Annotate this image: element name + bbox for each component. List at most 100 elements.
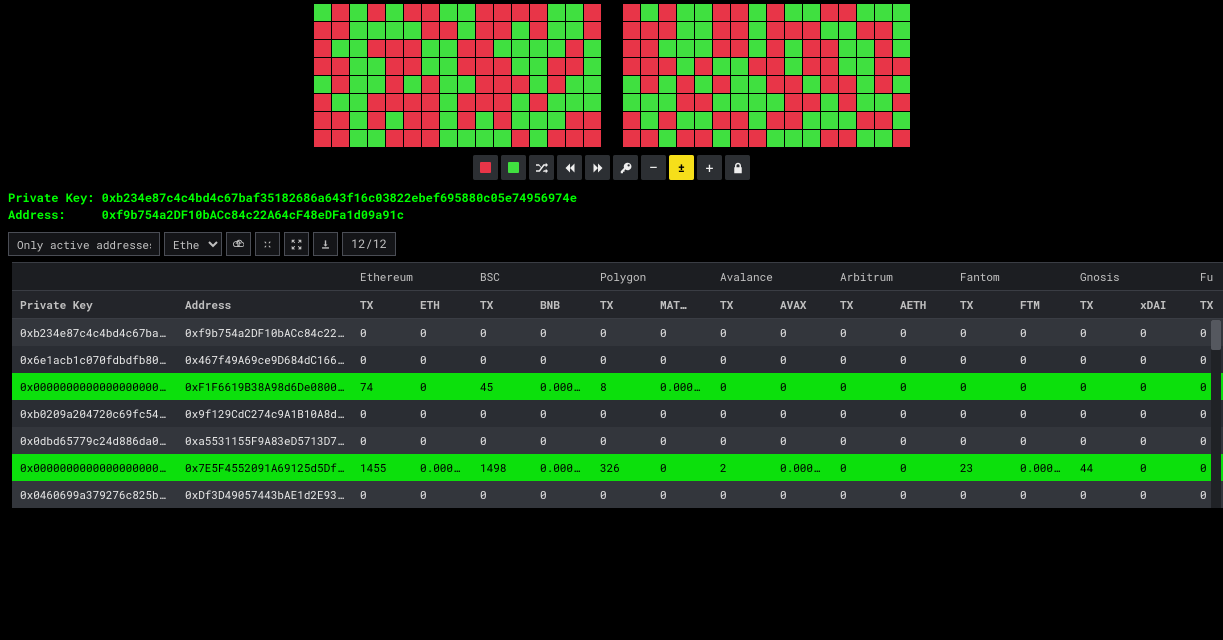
bit-cell[interactable] (641, 22, 658, 39)
bit-cell[interactable] (512, 22, 529, 39)
bit-cell[interactable] (803, 58, 820, 75)
bit-cell[interactable] (767, 76, 784, 93)
bit-cell[interactable] (458, 112, 475, 129)
prev-page-button[interactable] (557, 155, 582, 180)
bit-cell[interactable] (731, 94, 748, 111)
bit-cell[interactable] (314, 76, 331, 93)
bit-cell[interactable] (839, 94, 856, 111)
bit-cell[interactable] (548, 4, 565, 21)
bit-cell[interactable] (440, 40, 457, 57)
expand-button[interactable] (284, 232, 309, 256)
bit-cell[interactable] (332, 112, 349, 129)
bit-cell[interactable] (566, 58, 583, 75)
bit-cell[interactable] (314, 112, 331, 129)
decrement-button[interactable]: − (641, 155, 666, 180)
bit-cell[interactable] (494, 94, 511, 111)
bit-cell[interactable] (332, 58, 349, 75)
bit-cell[interactable] (677, 112, 694, 129)
bit-cell[interactable] (386, 40, 403, 57)
bit-cell[interactable] (785, 40, 802, 57)
bit-cell[interactable] (386, 112, 403, 129)
bit-cell[interactable] (785, 76, 802, 93)
bit-cell[interactable] (821, 4, 838, 21)
bit-cell[interactable] (332, 4, 349, 21)
bit-cell[interactable] (368, 76, 385, 93)
shuffle-button[interactable] (529, 155, 554, 180)
bit-cell[interactable] (695, 40, 712, 57)
bit-cell[interactable] (548, 112, 565, 129)
bit-cell[interactable] (875, 22, 892, 39)
bit-cell[interactable] (476, 4, 493, 21)
bit-cell[interactable] (803, 22, 820, 39)
bit-cell[interactable] (785, 4, 802, 21)
col-h-7[interactable]: MAT… (652, 291, 712, 319)
col-h-4[interactable]: TX (472, 291, 532, 319)
bit-cell[interactable] (893, 58, 910, 75)
bit-cell[interactable] (821, 40, 838, 57)
bit-cell[interactable] (332, 40, 349, 57)
bit-cell[interactable] (584, 40, 601, 57)
bit-cell[interactable] (875, 58, 892, 75)
bit-cell[interactable] (476, 112, 493, 129)
bit-cell[interactable] (368, 94, 385, 111)
bit-cell[interactable] (677, 76, 694, 93)
bit-cell[interactable] (767, 40, 784, 57)
bit-cell[interactable] (749, 4, 766, 21)
bit-cell[interactable] (422, 40, 439, 57)
col-h-2[interactable]: TX (352, 291, 412, 319)
increment-button[interactable]: + (697, 155, 722, 180)
bit-cell[interactable] (350, 112, 367, 129)
bit-cell[interactable] (767, 4, 784, 21)
bit-cell[interactable] (785, 94, 802, 111)
bit-cell[interactable] (458, 22, 475, 39)
bit-cell[interactable] (332, 76, 349, 93)
col-h-5[interactable]: BNB (532, 291, 592, 319)
bit-cell[interactable] (749, 22, 766, 39)
bit-cell[interactable] (893, 76, 910, 93)
bit-cell[interactable] (314, 130, 331, 147)
bit-cell[interactable] (893, 112, 910, 129)
bit-cell[interactable] (875, 40, 892, 57)
col-h-12[interactable]: TX (952, 291, 1012, 319)
bit-cell[interactable] (332, 22, 349, 39)
bit-cell[interactable] (713, 76, 730, 93)
key-button[interactable] (613, 155, 638, 180)
bit-cell[interactable] (839, 22, 856, 39)
bit-cell[interactable] (641, 4, 658, 21)
bit-cell[interactable] (767, 22, 784, 39)
bit-cell[interactable] (386, 130, 403, 147)
bit-cell[interactable] (440, 4, 457, 21)
bit-cell[interactable] (677, 94, 694, 111)
bit-cell[interactable] (641, 94, 658, 111)
bit-cell[interactable] (731, 58, 748, 75)
table-row[interactable]: 0x6e1acb1c070fdbdfb80a2a1…0x467f49A69ce9… (12, 346, 1223, 373)
bit-cell[interactable] (422, 130, 439, 147)
table-row[interactable]: 0x0dbd65779c24d886da0ef96…0xa5531155F9A8… (12, 427, 1223, 454)
bit-cell[interactable] (641, 112, 658, 129)
bit-cell[interactable] (695, 130, 712, 147)
bit-cell[interactable] (749, 58, 766, 75)
bit-cell[interactable] (857, 94, 874, 111)
bit-cell[interactable] (458, 76, 475, 93)
bit-cell[interactable] (623, 40, 640, 57)
bit-cell[interactable] (893, 40, 910, 57)
bit-cell[interactable] (548, 94, 565, 111)
bit-cell[interactable] (677, 40, 694, 57)
bit-cell[interactable] (839, 76, 856, 93)
bit-cell[interactable] (623, 112, 640, 129)
bit-cell[interactable] (386, 94, 403, 111)
bit-cell[interactable] (821, 130, 838, 147)
bit-cell[interactable] (767, 94, 784, 111)
bit-cell[interactable] (803, 94, 820, 111)
bit-cell[interactable] (821, 58, 838, 75)
bit-cell[interactable] (476, 94, 493, 111)
bit-cell[interactable] (785, 58, 802, 75)
bit-cell[interactable] (404, 58, 421, 75)
bit-cell[interactable] (476, 58, 493, 75)
bit-cell[interactable] (458, 4, 475, 21)
bit-cell[interactable] (440, 94, 457, 111)
col-h-16[interactable]: TX (1192, 291, 1223, 319)
bit-cell[interactable] (695, 112, 712, 129)
bit-cell[interactable] (641, 76, 658, 93)
bit-cell[interactable] (476, 76, 493, 93)
